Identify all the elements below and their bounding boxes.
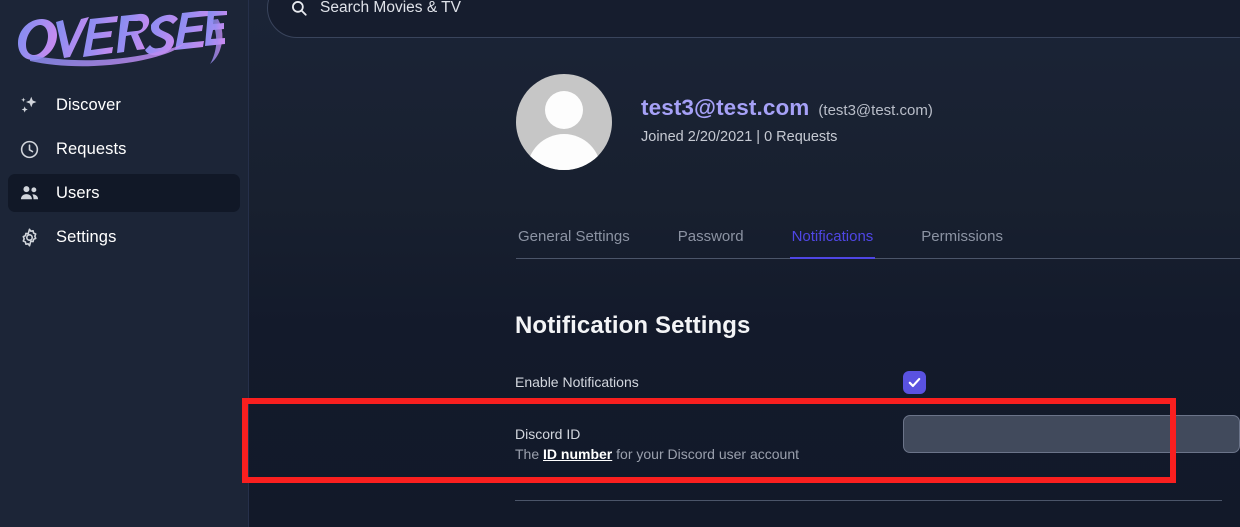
user-display-name: test3@test.com — [641, 95, 809, 121]
help-suffix: for your Discord user account — [612, 446, 799, 462]
section-divider — [515, 500, 1222, 501]
user-identity-line: test3@test.com (test3@test.com) — [641, 95, 933, 121]
sidebar-item-label: Discover — [56, 96, 121, 115]
enable-notifications-checkbox[interactable] — [903, 371, 926, 394]
tab-password[interactable]: Password — [676, 228, 746, 259]
main-content: Search Movies & TV test3@test.com (test3… — [249, 0, 1240, 527]
user-header: test3@test.com (test3@test.com) Joined 2… — [516, 74, 933, 170]
id-number-link[interactable]: ID number — [543, 446, 612, 462]
field-row-discord-id: Discord ID The ID number for your Discor… — [515, 425, 1240, 462]
user-joined-info: Joined 2/20/2021 | 0 Requests — [641, 129, 933, 145]
search-row: Search Movies & TV — [267, 0, 1240, 38]
avatar-head — [545, 91, 583, 129]
search-icon — [290, 0, 308, 17]
sparkles-icon — [18, 94, 40, 116]
field-label-column: Enable Notifications — [515, 373, 903, 390]
sidebar-item-discover[interactable]: Discover — [8, 86, 240, 124]
sidebar-item-requests[interactable]: Requests — [8, 130, 240, 168]
discord-id-help: The ID number for your Discord user acco… — [515, 446, 903, 462]
sidebar: Discover Requests — [0, 0, 249, 527]
tab-notifications[interactable]: Notifications — [790, 228, 876, 259]
sidebar-item-label: Settings — [56, 228, 116, 247]
tab-bar: General Settings Password Notifications … — [516, 228, 1240, 259]
tab-permissions[interactable]: Permissions — [919, 228, 1005, 259]
user-meta: test3@test.com (test3@test.com) Joined 2… — [641, 95, 933, 149]
tab-strip: General Settings Password Notifications … — [516, 228, 1240, 259]
app-root: Discover Requests — [0, 0, 1240, 527]
field-label-column: Discord ID The ID number for your Discor… — [515, 425, 903, 462]
gear-icon — [18, 226, 40, 248]
check-icon — [907, 375, 922, 390]
app-logo[interactable] — [0, 0, 248, 84]
sidebar-item-label: Requests — [56, 140, 127, 159]
field-row-enable-notifications: Enable Notifications — [515, 373, 1240, 394]
sidebar-item-users[interactable]: Users — [8, 174, 240, 212]
sidebar-item-settings[interactable]: Settings — [8, 218, 240, 256]
avatar[interactable] — [516, 74, 612, 170]
sidebar-item-label: Users — [56, 184, 100, 203]
tab-general-settings[interactable]: General Settings — [516, 228, 632, 259]
enable-notifications-label: Enable Notifications — [515, 374, 903, 390]
page-title: Notification Settings — [515, 312, 750, 340]
search-placeholder: Search Movies & TV — [320, 0, 461, 17]
help-prefix: The — [515, 446, 543, 462]
user-email: (test3@test.com) — [818, 102, 932, 119]
clock-icon — [18, 138, 40, 160]
sidebar-nav: Discover Requests — [0, 86, 248, 256]
avatar-body — [527, 134, 601, 170]
discord-id-input[interactable] — [903, 415, 1240, 453]
discord-id-label: Discord ID — [515, 426, 903, 442]
search-input[interactable]: Search Movies & TV — [267, 0, 1240, 38]
users-icon — [18, 182, 40, 204]
